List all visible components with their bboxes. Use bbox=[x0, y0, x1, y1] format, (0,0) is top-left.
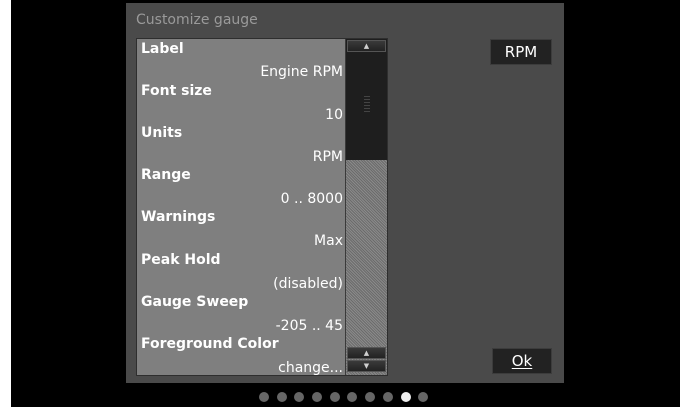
page-dot[interactable] bbox=[347, 392, 358, 402]
scroll-down-button[interactable]: ▼ bbox=[347, 360, 386, 372]
property-gauge-sweep-value[interactable]: -205 .. 45 bbox=[153, 318, 343, 334]
property-font-size-name[interactable]: Font size bbox=[141, 83, 341, 99]
property-units-name[interactable]: Units bbox=[141, 125, 341, 141]
property-peak-hold-value[interactable]: (disabled) bbox=[153, 276, 343, 292]
grip-icon bbox=[364, 94, 370, 112]
arrow-up-icon: ▲ bbox=[363, 349, 370, 357]
scrollbar-thumb[interactable] bbox=[346, 39, 387, 160]
property-units-value[interactable]: RPM bbox=[153, 149, 343, 165]
page-dot[interactable] bbox=[294, 392, 305, 402]
page-dot[interactable] bbox=[365, 392, 376, 402]
property-list[interactable]: Label Engine RPM Font size 10 Units RPM … bbox=[136, 38, 388, 376]
property-font-size-value[interactable]: 10 bbox=[153, 107, 343, 123]
property-range-name[interactable]: Range bbox=[141, 167, 341, 183]
ok-button[interactable]: Ok bbox=[492, 348, 552, 374]
property-gauge-sweep-name[interactable]: Gauge Sweep bbox=[141, 294, 341, 310]
dialog-title: Customize gauge bbox=[136, 12, 258, 28]
page-dot-active[interactable] bbox=[400, 392, 411, 402]
property-range-value[interactable]: 0 .. 8000 bbox=[153, 191, 343, 207]
property-warnings-value[interactable]: Max bbox=[153, 233, 343, 249]
device-screen: Customize gauge Label Engine RPM Font si… bbox=[11, 0, 680, 407]
property-warnings-name[interactable]: Warnings bbox=[141, 209, 341, 225]
arrow-down-icon: ▼ bbox=[363, 362, 370, 370]
property-peak-hold-name[interactable]: Peak Hold bbox=[141, 252, 341, 268]
ok-button-label: Ok bbox=[511, 352, 533, 370]
page-dot[interactable] bbox=[329, 392, 340, 402]
property-label-value[interactable]: Engine RPM bbox=[153, 64, 343, 80]
page-indicator bbox=[259, 392, 436, 404]
arrow-up-icon: ▲ bbox=[363, 42, 370, 50]
property-foreground-color-name[interactable]: Foreground Color bbox=[141, 336, 341, 352]
property-label-name[interactable]: Label bbox=[141, 41, 341, 57]
page-dot[interactable] bbox=[418, 392, 429, 402]
property-foreground-color-value[interactable]: change... bbox=[153, 360, 343, 375]
page-dot[interactable] bbox=[312, 392, 323, 402]
page-dot[interactable] bbox=[276, 392, 287, 402]
scroll-up-button[interactable]: ▲ bbox=[347, 40, 386, 52]
page-dot[interactable] bbox=[382, 392, 393, 402]
vertical-scrollbar[interactable]: ▲ ▲ ▼ bbox=[345, 39, 387, 375]
rpm-preview-button[interactable]: RPM bbox=[490, 39, 552, 65]
scroll-up-button-bottom[interactable]: ▲ bbox=[347, 347, 386, 359]
customize-gauge-dialog: Customize gauge Label Engine RPM Font si… bbox=[126, 3, 564, 383]
page-dot[interactable] bbox=[259, 392, 269, 402]
